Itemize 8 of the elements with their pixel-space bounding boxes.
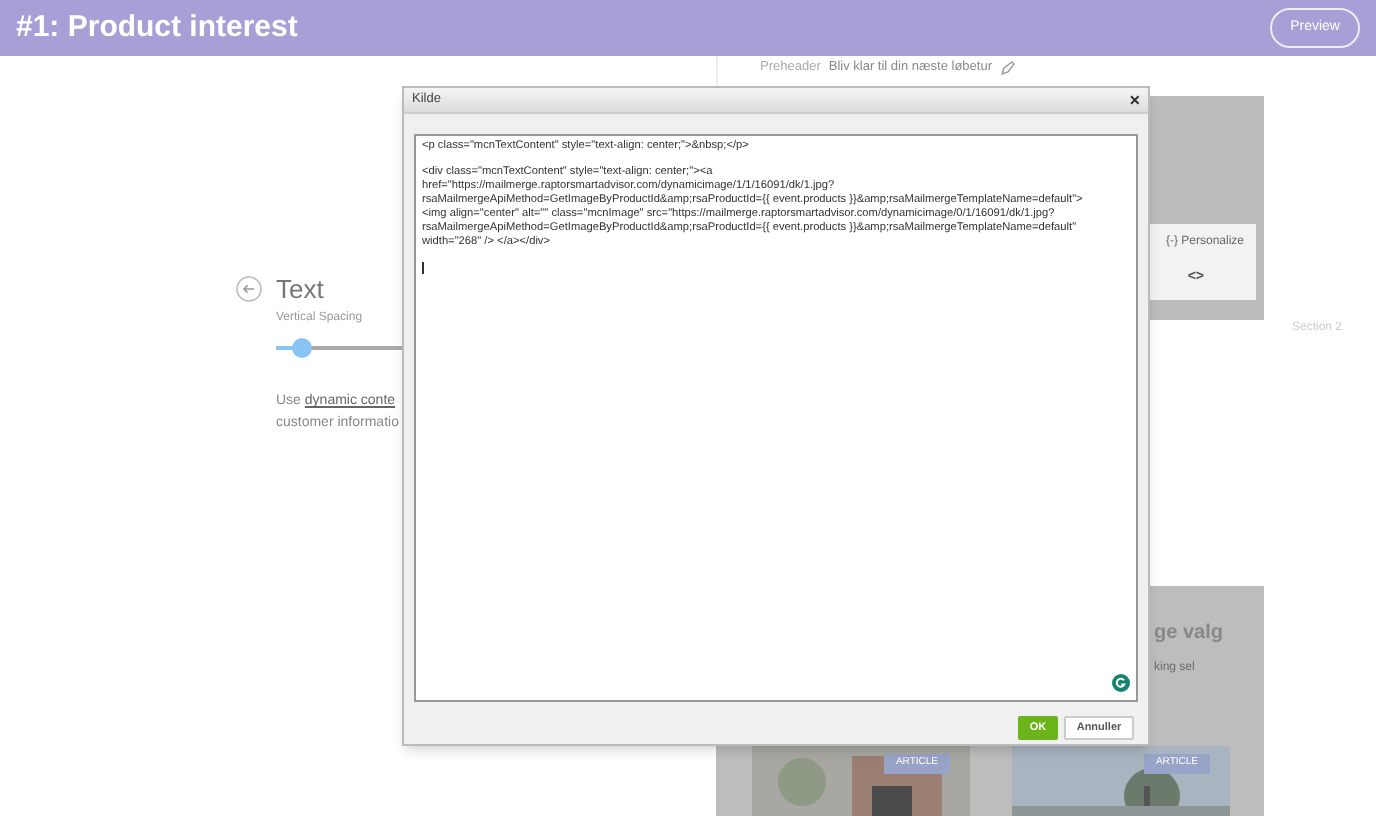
grammar-check-icon[interactable]: [1112, 674, 1130, 692]
close-button[interactable]: ×: [1129, 91, 1140, 109]
page-title: #1: Product interest: [16, 7, 298, 48]
panel-title: Text: [276, 272, 324, 308]
source-editor[interactable]: [414, 134, 1138, 702]
slider-thumb[interactable]: [291, 338, 312, 358]
spacing-slider[interactable]: [276, 338, 402, 358]
pencil-icon[interactable]: [1000, 59, 1016, 76]
